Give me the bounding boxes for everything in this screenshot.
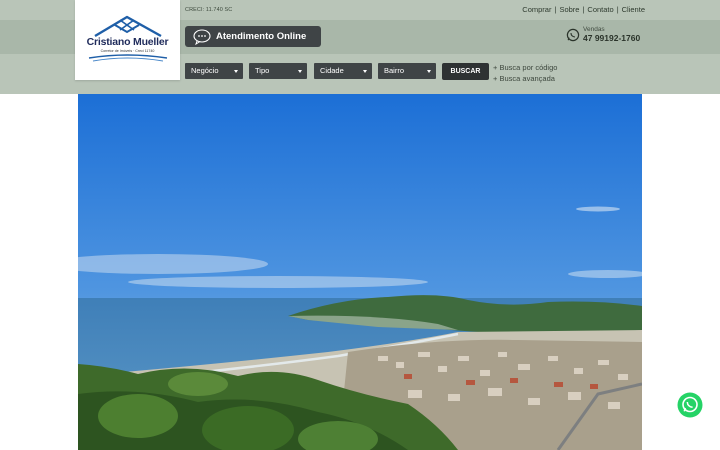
top-nav: Comprar | Sobre | Contato | Cliente bbox=[522, 5, 645, 14]
online-support-label: Atendimento Online bbox=[216, 31, 307, 42]
search-by-code-link[interactable]: + Busca por código bbox=[493, 62, 557, 73]
search-button[interactable]: BUSCAR bbox=[442, 63, 489, 80]
whatsapp-icon bbox=[566, 28, 580, 42]
chevron-down-icon bbox=[363, 70, 367, 73]
select-bairro-label: Bairro bbox=[384, 66, 405, 75]
logo-subtitle: Corretor de Imóveis · Creci 11740 bbox=[100, 49, 155, 53]
chevron-down-icon bbox=[298, 70, 302, 73]
nav-link-cliente[interactable]: Cliente bbox=[622, 5, 645, 14]
nav-link-comprar[interactable]: Comprar bbox=[522, 5, 551, 14]
creci-text: CRECI: 11.740 SC bbox=[185, 7, 233, 13]
whatsapp-float-button[interactable] bbox=[677, 392, 703, 418]
nav-separator: | bbox=[582, 5, 585, 14]
nav-link-sobre[interactable]: Sobre bbox=[559, 5, 579, 14]
sales-label: Vendas bbox=[583, 26, 605, 33]
online-support-button[interactable]: Atendimento Online bbox=[185, 26, 321, 47]
chevron-down-icon bbox=[234, 70, 238, 73]
nav-link-contato[interactable]: Contato bbox=[587, 5, 613, 14]
chat-bubbles-icon bbox=[193, 28, 211, 45]
select-tipo[interactable]: Tipo bbox=[249, 63, 307, 79]
select-cidade-label: Cidade bbox=[320, 66, 344, 75]
advanced-search-link[interactable]: + Busca avançada bbox=[493, 73, 557, 84]
hero-image bbox=[78, 94, 642, 450]
logo[interactable]: Cristiano Mueller Corretor de Imóveis · … bbox=[75, 0, 180, 80]
chevron-down-icon bbox=[427, 70, 431, 73]
select-cidade[interactable]: Cidade bbox=[314, 63, 372, 79]
select-bairro[interactable]: Bairro bbox=[378, 63, 436, 79]
search-options: + Busca por código + Busca avançada bbox=[493, 62, 557, 84]
select-negocio-label: Negócio bbox=[191, 66, 219, 75]
logo-name: Cristiano Mueller bbox=[86, 36, 169, 48]
nav-separator: | bbox=[616, 5, 619, 14]
nav-separator: | bbox=[554, 5, 557, 14]
select-negocio[interactable]: Negócio bbox=[185, 63, 243, 79]
sales-phone[interactable]: 47 99192-1760 bbox=[583, 33, 640, 43]
select-tipo-label: Tipo bbox=[255, 66, 270, 75]
